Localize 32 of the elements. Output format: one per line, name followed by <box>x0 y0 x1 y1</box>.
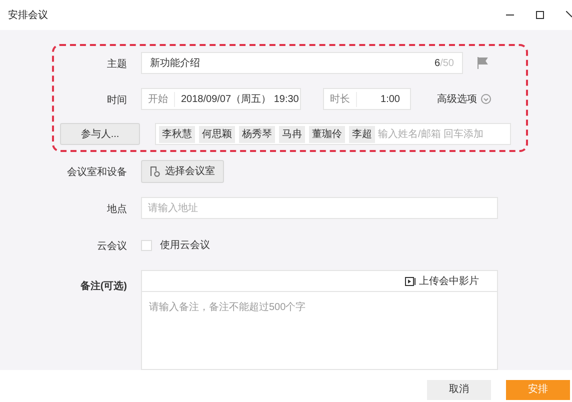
cancel-button[interactable]: 取消 <box>427 380 491 400</box>
attendee-tag[interactable]: 李秋慧 <box>159 126 195 142</box>
field-label: 主题 <box>107 59 127 70</box>
attendee-tag[interactable]: 李超 <box>349 126 375 142</box>
start-time-field[interactable]: 开始 2018/09/07（周五） 19:30 <box>141 88 301 110</box>
attendee-placeholder: 输入姓名/邮箱 回车添加 <box>378 128 484 142</box>
window-title: 安排会议 <box>8 8 48 22</box>
chevron-down-icon <box>481 94 491 104</box>
field-label: 备注(可选) <box>80 281 127 292</box>
address-field[interactable]: 请输入地址 <box>141 197 498 219</box>
attendees-button[interactable]: 参与人... <box>60 123 140 145</box>
subject-field[interactable]: 新功能介绍 6/50 <box>141 52 463 74</box>
field-label: 云会议 <box>97 241 127 252</box>
field-label: 时间 <box>107 95 127 106</box>
upload-video-button[interactable]: 上传会中影片 <box>405 274 479 288</box>
checkbox-label: 使用云会议 <box>160 238 210 252</box>
field-label: 会议室和设备 <box>67 167 127 178</box>
field-label: 地点 <box>107 204 127 215</box>
attendee-tag[interactable]: 杨秀琴 <box>239 126 275 142</box>
maximize-icon[interactable] <box>536 11 544 19</box>
select-room-button[interactable]: 选择会议室 <box>141 160 224 182</box>
advanced-options-button[interactable]: 高级选项 <box>437 92 491 106</box>
attendee-tag[interactable]: 何思颖 <box>199 126 235 142</box>
duration-field[interactable]: 时长 1:00 <box>323 88 411 110</box>
notes-field[interactable]: 请输入备注，备注不能超过500个字 <box>141 292 498 370</box>
attendee-tag[interactable]: 马冉 <box>279 126 305 142</box>
room-icon <box>150 166 160 176</box>
checkbox[interactable] <box>141 240 152 250</box>
flag-icon[interactable] <box>477 57 488 69</box>
film-icon <box>405 276 416 286</box>
attendee-tag[interactable]: 董珈伶 <box>309 126 345 142</box>
attendees-field[interactable]: 李秋慧 何思颖 杨秀琴 马冉 董珈伶 李超 输入姓名/邮箱 回车添加 <box>155 123 511 145</box>
